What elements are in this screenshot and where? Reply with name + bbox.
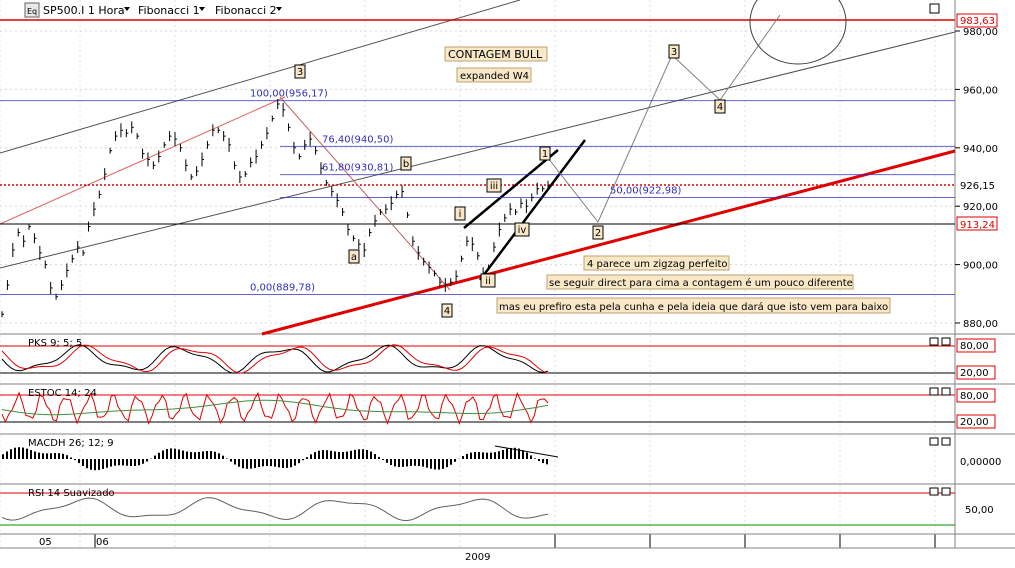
chart-window: 100,00(956,17) 76,40(940,50) 61,80(930,81)… [0, 0, 1015, 564]
fib-level-label: 0,00(889,78) [250, 282, 315, 293]
y-tick-label: 920,00 [963, 202, 998, 213]
contagem-label: CONTAGEM BULL [448, 48, 543, 61]
fib-level-label: 50,00(922,98) [610, 185, 682, 196]
wedge-note-label: mas eu prefiro esta pela cunha e pela id… [499, 301, 888, 313]
estoc-maximize-icon[interactable] [929, 387, 939, 396]
macdh-zero-label: 0,00000 [960, 457, 1001, 468]
price-tag-926-text: 926,15 [960, 181, 995, 192]
symbol-title: SP500.I 1 Hora [43, 4, 125, 17]
x-label-05: 05 [39, 537, 52, 548]
y-tick-label: 880,00 [963, 319, 998, 330]
wave-label: 3 [671, 47, 677, 58]
estoc-close-icon[interactable] [941, 387, 951, 396]
pks-maximize-icon[interactable] [929, 337, 939, 346]
wave-label: a [351, 252, 357, 263]
pks-close-icon[interactable] [941, 337, 951, 346]
contagem-note-label: se seguir direct para cima a contagem é … [549, 277, 853, 289]
wave-label: 4 [444, 306, 450, 317]
wave-label: ii [485, 276, 491, 287]
rsi-close-icon[interactable] [941, 487, 951, 496]
estoc-80-label: 80,00 [960, 391, 989, 402]
macdh-maximize-icon[interactable] [929, 437, 939, 446]
symbol-icon-text: Eq [27, 7, 37, 16]
rsi-50-label: 50,00 [965, 505, 994, 516]
x-label-2009: 2009 [465, 552, 490, 563]
y-tick-label: 900,00 [963, 261, 998, 272]
fibonacci2-menu[interactable]: Fibonacci 2 [215, 4, 277, 17]
macdh-title[interactable]: MACDH 26; 12; 9 [28, 438, 114, 449]
price-tag-983-text: 983,63 [960, 16, 995, 27]
estoc-20-label: 20,00 [960, 417, 989, 428]
macdh-close-icon[interactable] [941, 437, 951, 446]
rsi-title[interactable]: RSI 14 Suavizado [28, 488, 115, 499]
wave-label: 2 [595, 228, 601, 239]
y-tick-label: 960,00 [963, 85, 998, 96]
y-tick-label: 940,00 [963, 144, 998, 155]
zigzag-label: 4 parece um zigzag perfeito [587, 259, 728, 270]
estoc-title[interactable]: ESTOC 14; 24 [28, 388, 97, 399]
wave-label: 1 [542, 149, 548, 160]
maximize-icon[interactable] [929, 3, 940, 14]
fib-level-label: 100,00(956,17) [250, 89, 328, 100]
wave-label: iv [518, 225, 527, 236]
pks-title[interactable]: PKS 9; 5; 5 [28, 338, 82, 349]
fib-level-label: 76,40(940,50) [322, 134, 394, 145]
fib-level-label: 61,80(930,81) [322, 163, 394, 174]
fibonacci1-menu[interactable]: Fibonacci 1 [138, 4, 200, 17]
wave-label: b [403, 159, 409, 170]
price-tag-913-text: 913,24 [960, 220, 995, 231]
x-label-06: 06 [96, 537, 109, 548]
y-tick-label: 980,00 [963, 27, 998, 38]
expanded-label: expanded W4 [460, 71, 529, 82]
wave-label: iii [490, 181, 498, 192]
rsi-maximize-icon[interactable] [929, 487, 939, 496]
wave-label: 3 [297, 67, 303, 78]
pks-80-label: 80,00 [960, 341, 989, 352]
pks-20-label: 20,00 [960, 368, 989, 379]
wave-label: 4 [717, 102, 723, 113]
background [0, 0, 1015, 564]
chart-canvas: 100,00(956,17) 76,40(940,50) 61,80(930,81)… [0, 0, 1015, 564]
wave-label: i [459, 209, 462, 220]
